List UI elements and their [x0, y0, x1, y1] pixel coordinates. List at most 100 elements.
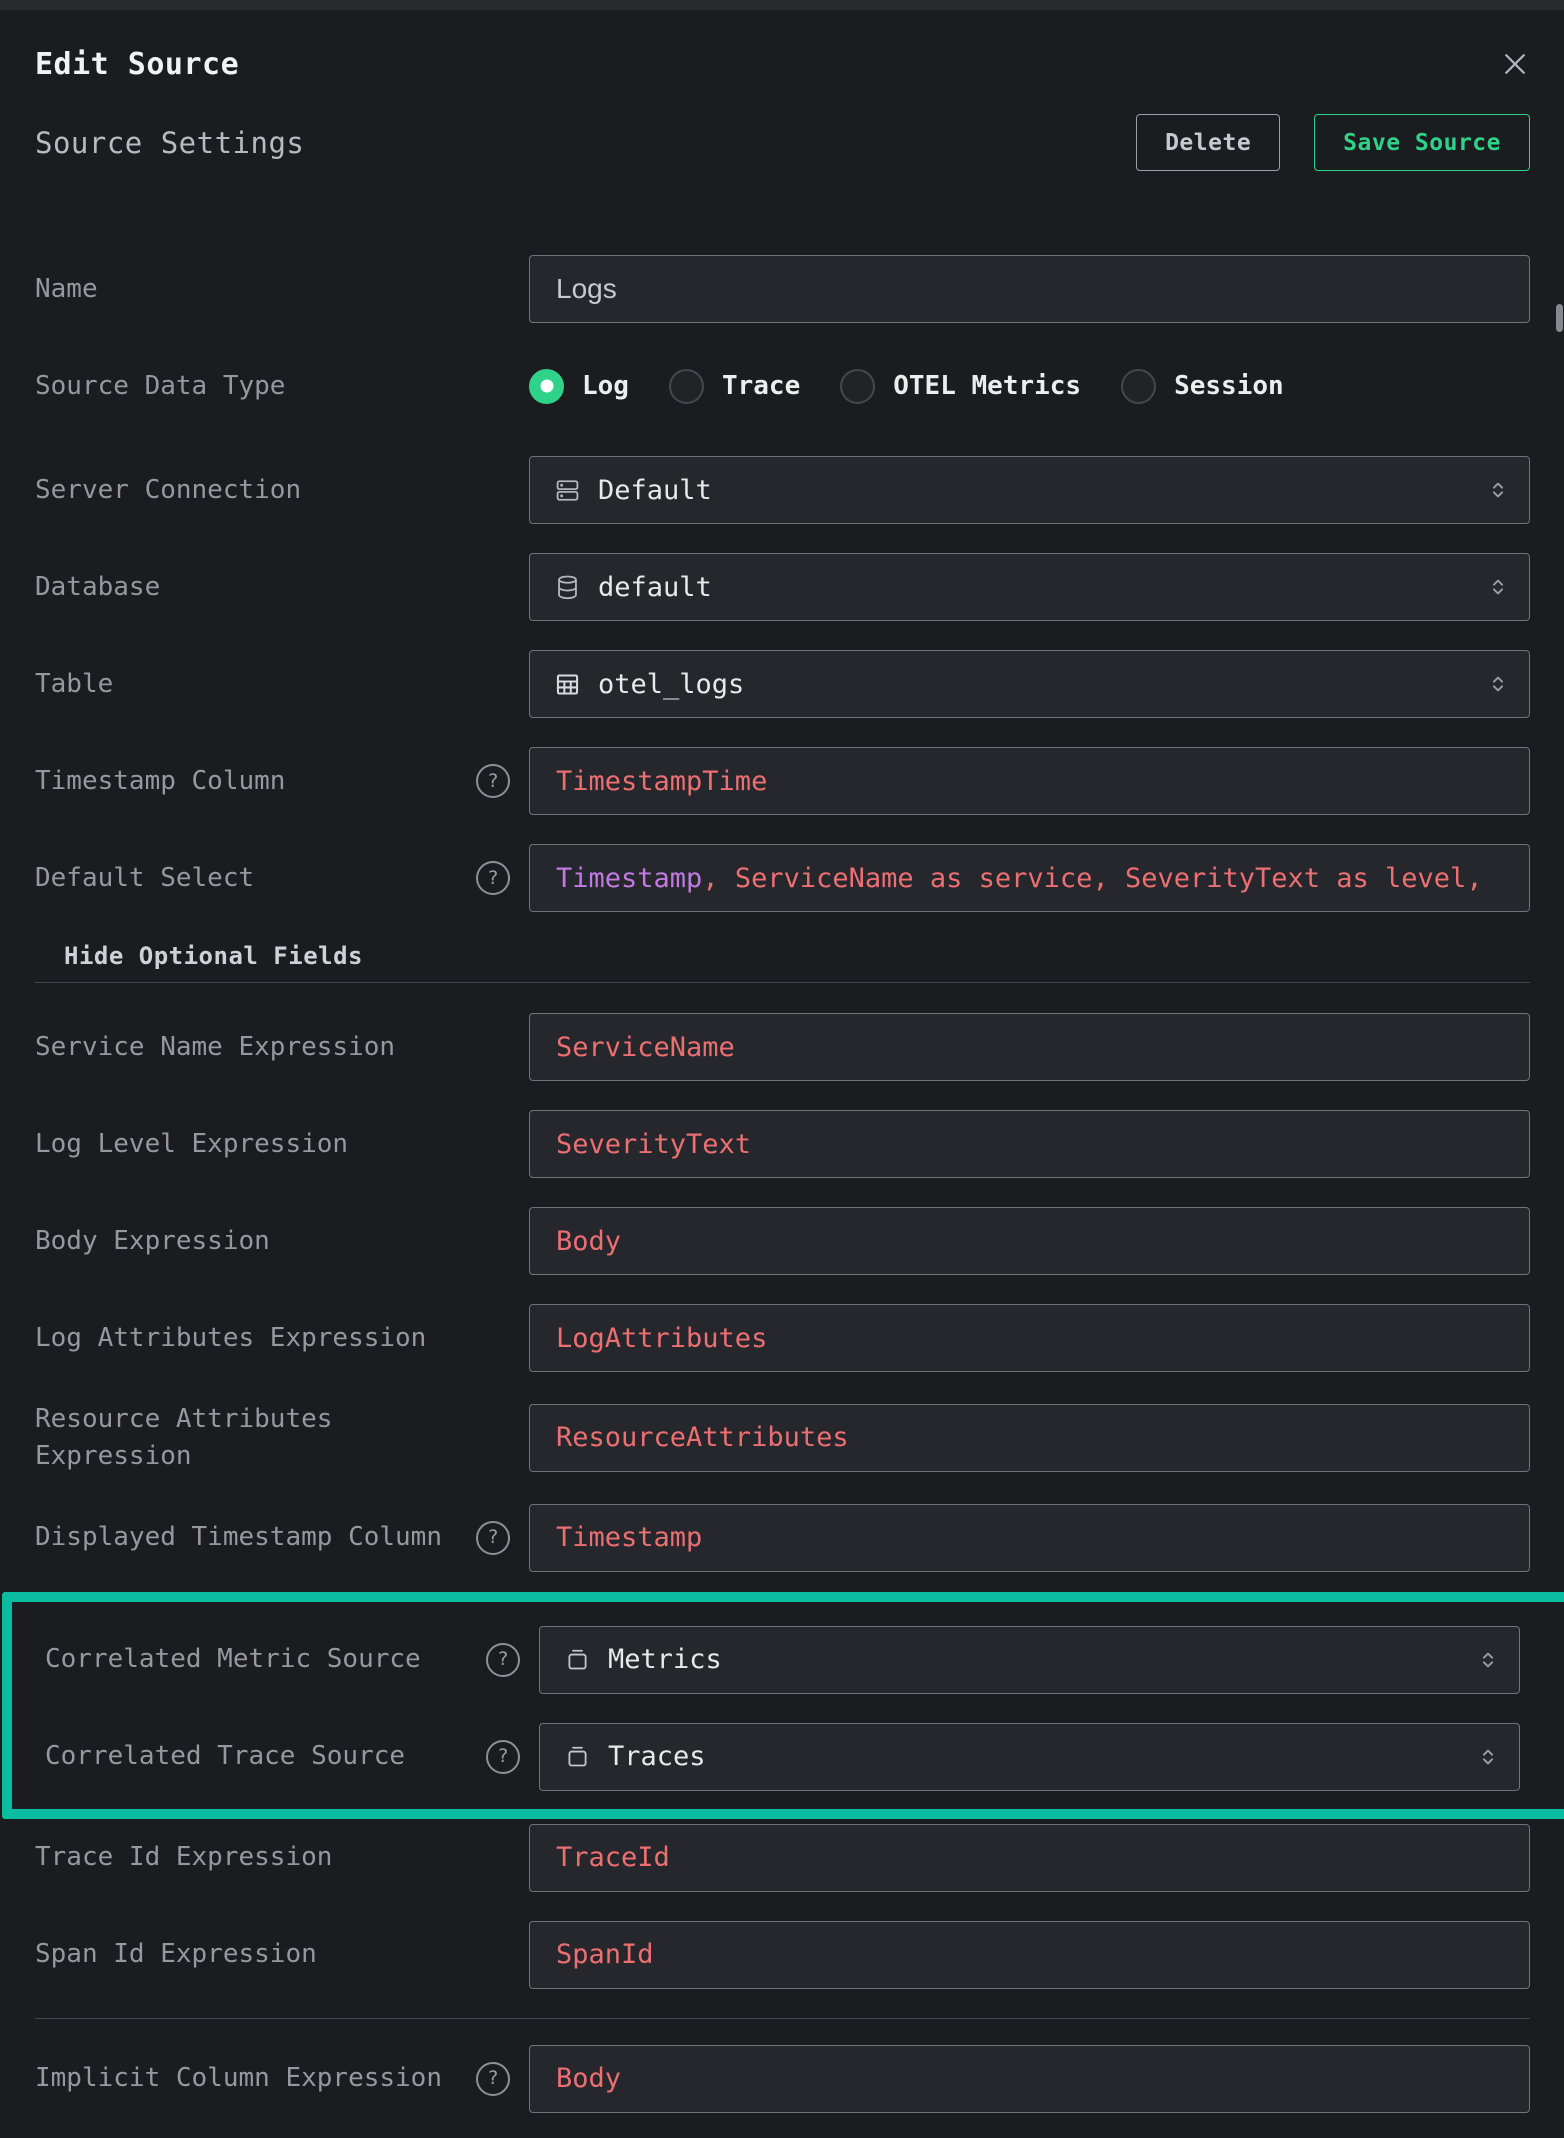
field-row-name: Name Logs [35, 255, 1530, 323]
name-value: Logs [556, 273, 617, 305]
archive-icon [564, 1646, 591, 1673]
table-icon [554, 671, 581, 698]
field-row-service-name-expression: Service Name Expression ServiceName [35, 1013, 1530, 1081]
radio-circle-icon [1121, 369, 1156, 404]
trace-id-expression-label: Trace Id Expression [35, 1839, 332, 1876]
hide-optional-fields-toggle[interactable]: Hide Optional Fields [35, 941, 1530, 971]
server-connection-select[interactable]: Default [529, 456, 1530, 524]
resource-attributes-expression-label: Resource Attributes Expression [35, 1401, 455, 1475]
timestamp-column-input[interactable]: TimestampTime [529, 747, 1530, 815]
close-button[interactable] [1500, 49, 1530, 79]
body-expression-label: Body Expression [35, 1223, 270, 1260]
field-row-default-select: Default Select ? Timestamp, ServiceName … [35, 844, 1530, 912]
toolbar-buttons: Delete Save Source [1136, 114, 1530, 171]
service-name-expression-input[interactable]: ServiceName [529, 1013, 1530, 1081]
source-data-type-label: Source Data Type [35, 368, 285, 405]
radio-otel-metrics[interactable]: OTEL Metrics [840, 369, 1081, 404]
table-value: otel_logs [598, 669, 1470, 700]
implicit-column-expression-label: Implicit Column Expression [35, 2060, 442, 2097]
field-row-database: Database default [35, 553, 1530, 621]
radio-circle-icon [669, 369, 704, 404]
trace-id-expression-input[interactable]: TraceId [529, 1824, 1530, 1892]
name-label: Name [35, 271, 98, 308]
default-select-label: Default Select [35, 860, 254, 897]
service-name-expression-label: Service Name Expression [35, 1029, 395, 1066]
delete-button[interactable]: Delete [1136, 114, 1280, 171]
field-row-trace-id-expression: Trace Id Expression TraceId [35, 1824, 1530, 1892]
correlated-trace-source-select[interactable]: Traces [539, 1723, 1520, 1791]
name-input[interactable]: Logs [529, 255, 1530, 323]
help-icon[interactable]: ? [486, 1643, 520, 1677]
field-row-log-attributes-expression: Log Attributes Expression LogAttributes [35, 1304, 1530, 1372]
timestamp-column-label: Timestamp Column [35, 763, 285, 800]
server-connection-label: Server Connection [35, 472, 301, 509]
field-row-body-expression: Body Expression Body [35, 1207, 1530, 1275]
radio-session[interactable]: Session [1121, 369, 1284, 404]
field-row-implicit-column-expression: Implicit Column Expression ? Body [35, 2045, 1530, 2113]
field-row-server-connection: Server Connection Default [35, 456, 1530, 524]
server-icon [554, 477, 581, 504]
field-row-log-level-expression: Log Level Expression SeverityText [35, 1110, 1530, 1178]
database-value: default [598, 572, 1470, 603]
chevron-updown-icon [1477, 1744, 1499, 1770]
help-icon[interactable]: ? [486, 1740, 520, 1774]
table-label: Table [35, 666, 113, 703]
correlated-metric-source-value: Metrics [608, 1644, 1460, 1675]
correlated-trace-source-value: Traces [608, 1741, 1460, 1772]
help-icon[interactable]: ? [476, 2062, 510, 2096]
database-label: Database [35, 569, 160, 606]
edit-source-dialog: Edit Source Source Settings Delete Save … [0, 0, 1564, 2138]
dialog-top-edge [0, 0, 1564, 10]
radio-log[interactable]: Log [529, 369, 629, 404]
correlated-metric-source-label: Correlated Metric Source [45, 1641, 421, 1678]
chevron-updown-icon [1487, 477, 1509, 503]
chevron-updown-icon [1487, 671, 1509, 697]
scrollbar-thumb[interactable] [1556, 304, 1563, 332]
save-source-button[interactable]: Save Source [1314, 114, 1530, 171]
default-select-columns: , ServiceName as service, SeverityText a… [702, 863, 1482, 894]
help-icon[interactable]: ? [476, 861, 510, 895]
field-row-displayed-timestamp-column: Displayed Timestamp Column ? Timestamp [35, 1504, 1530, 1572]
body-expression-input[interactable]: Body [529, 1207, 1530, 1275]
span-id-expression-label: Span Id Expression [35, 1936, 317, 1973]
database-select[interactable]: default [529, 553, 1530, 621]
field-row-resource-attributes-expression: Resource Attributes Expression ResourceA… [35, 1401, 1530, 1475]
chevron-updown-icon [1487, 574, 1509, 600]
default-select-input[interactable]: Timestamp, ServiceName as service, Sever… [529, 844, 1530, 912]
source-settings-form: Name Logs Source Data Type Log [35, 255, 1530, 2113]
source-data-type-radio-group: Log Trace OTEL Metrics Session [529, 369, 1530, 404]
field-row-correlated-metric-source: Correlated Metric Source ? Metrics [45, 1626, 1520, 1694]
chevron-updown-icon [1477, 1647, 1499, 1673]
correlated-sources-highlight: Correlated Metric Source ? Metrics [2, 1592, 1564, 1819]
radio-trace[interactable]: Trace [669, 369, 800, 404]
table-select[interactable]: otel_logs [529, 650, 1530, 718]
implicit-column-expression-input[interactable]: Body [529, 2045, 1530, 2113]
field-row-table: Table otel_logs [35, 650, 1530, 718]
log-attributes-expression-label: Log Attributes Expression [35, 1320, 426, 1357]
correlated-trace-source-label: Correlated Trace Source [45, 1738, 405, 1775]
section-divider [35, 2018, 1530, 2019]
toolbar: Source Settings Delete Save Source [35, 114, 1530, 171]
log-attributes-expression-input[interactable]: LogAttributes [529, 1304, 1530, 1372]
database-icon [554, 574, 581, 601]
correlated-metric-source-select[interactable]: Metrics [539, 1626, 1520, 1694]
resource-attributes-expression-input[interactable]: ResourceAttributes [529, 1404, 1530, 1472]
help-icon[interactable]: ? [476, 1521, 510, 1555]
radio-circle-icon [529, 369, 564, 404]
span-id-expression-input[interactable]: SpanId [529, 1921, 1530, 1989]
log-level-expression-input[interactable]: SeverityText [529, 1110, 1530, 1178]
dialog-header: Edit Source [35, 0, 1530, 84]
log-level-expression-label: Log Level Expression [35, 1126, 348, 1163]
section-title: Source Settings [35, 126, 304, 160]
default-select-keyword: Timestamp [556, 863, 702, 894]
displayed-timestamp-column-label: Displayed Timestamp Column [35, 1519, 442, 1556]
field-row-timestamp-column: Timestamp Column ? TimestampTime [35, 747, 1530, 815]
displayed-timestamp-column-input[interactable]: Timestamp [529, 1504, 1530, 1572]
close-icon [1500, 49, 1530, 79]
timestamp-column-value: TimestampTime [556, 766, 767, 797]
page-title: Edit Source [35, 47, 239, 82]
radio-circle-icon [840, 369, 875, 404]
section-divider [35, 982, 1530, 983]
server-connection-value: Default [598, 475, 1470, 506]
help-icon[interactable]: ? [476, 764, 510, 798]
